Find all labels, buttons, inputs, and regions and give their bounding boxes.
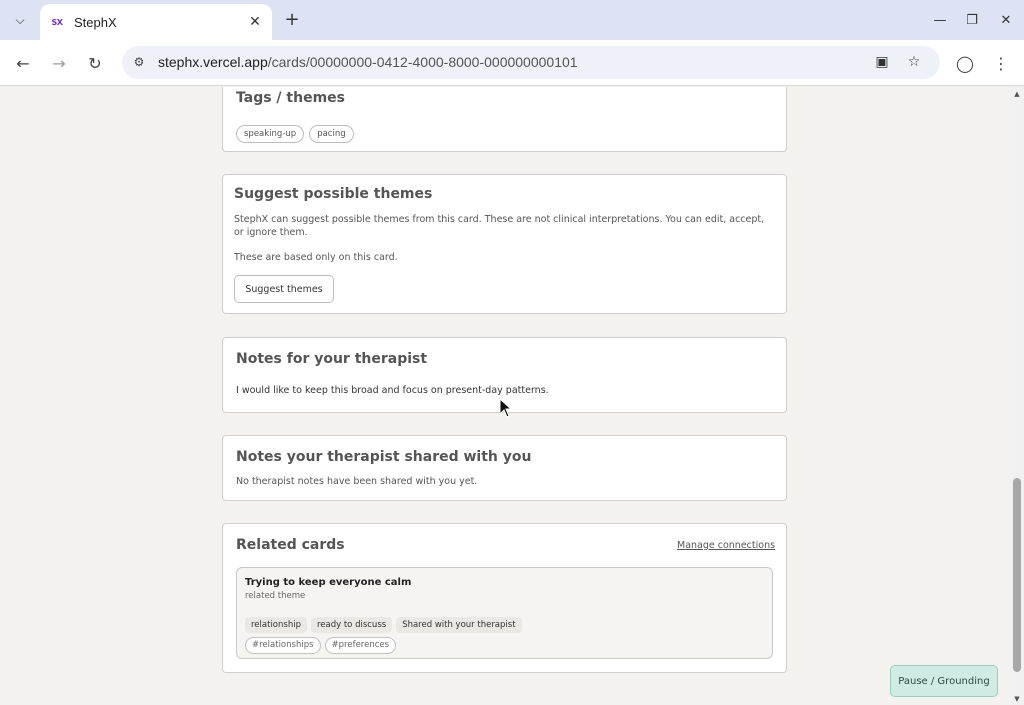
status-chip: ready to discuss	[310, 617, 393, 633]
tab-bar: ⌵ SX StephX ✕ + — ❐ ✕	[0, 0, 1024, 40]
forward-arrow-icon[interactable]: →	[47, 51, 71, 75]
status-chip: relationship	[245, 617, 307, 633]
tab-title: StephX	[74, 14, 117, 30]
status-chip: Shared with your therapist	[396, 617, 522, 633]
browser-toolbar: ← → ↻ ⚙ stephx.vercel.app/cards/00000000…	[0, 40, 1024, 86]
new-tab-plus-icon[interactable]: +	[282, 9, 302, 30]
minimize-icon[interactable]: —	[928, 8, 952, 32]
scroll-down-arrow-icon[interactable]: ▼	[1013, 695, 1021, 703]
scroll-thumb[interactable]	[1013, 478, 1021, 672]
therapist-shared-notes-title: Notes your therapist shared with you	[236, 449, 532, 465]
hashtag-chip: #relationships	[245, 637, 321, 654]
notes-for-therapist-text: I would like to keep this broad and focu…	[236, 385, 549, 396]
stephx-favicon-icon: SX	[51, 17, 63, 27]
related-card-tags: #relationships #preferences	[245, 632, 400, 654]
scroll-up-arrow-icon[interactable]: ▲	[1013, 90, 1021, 98]
tag-pill: pacing	[309, 125, 354, 143]
related-card-chips: relationship ready to discuss Shared with …	[245, 612, 526, 633]
hashtag-chip: #preferences	[324, 637, 397, 654]
therapist-shared-notes-card: Notes your therapist shared with you No …	[222, 435, 787, 501]
mouse-cursor-icon	[499, 398, 513, 418]
related-card-item[interactable]: Trying to keep everyone calm related the…	[236, 567, 773, 659]
url-text[interactable]: stephx.vercel.app/cards/00000000-0412-40…	[158, 54, 578, 70]
related-card-subtitle: related theme	[245, 591, 306, 601]
tab-stephx[interactable]: SX StephX ✕	[40, 4, 272, 40]
related-cards-card: Related cards Manage connections Trying …	[222, 523, 787, 673]
related-card-title: Trying to keep everyone calm	[245, 577, 412, 588]
url-host: stephx.vercel.app	[158, 54, 268, 70]
notes-for-therapist-title: Notes for your therapist	[236, 351, 428, 367]
pause-grounding-button[interactable]: Pause / Grounding	[890, 665, 998, 697]
bookmark-star-icon[interactable]: ☆	[904, 52, 924, 72]
manage-connections-link[interactable]: Manage connections	[677, 540, 775, 551]
suggest-themes-button[interactable]: Suggest themes	[234, 275, 334, 303]
suggest-themes-card: Suggest possible themes StephX can sugge…	[222, 174, 787, 314]
page-content: Tags / themes speaking-up pacing Suggest …	[0, 87, 1010, 705]
url-path: /cards/00000000-0412-4000-8000-000000000…	[267, 54, 578, 70]
profile-icon[interactable]: ◯	[953, 51, 977, 75]
therapist-shared-notes-text: No therapist notes have been shared with…	[236, 476, 478, 487]
tab-search-chevron-icon[interactable]: ⌵	[8, 8, 32, 32]
suggest-themes-title: Suggest possible themes	[234, 186, 433, 202]
close-window-icon[interactable]: ✕	[994, 8, 1018, 32]
back-arrow-icon[interactable]: ←	[11, 51, 35, 75]
tags-card-title: Tags / themes	[236, 90, 345, 106]
address-bar[interactable]: ⚙ stephx.vercel.app/cards/00000000-0412-…	[122, 46, 940, 79]
page-scrollbar[interactable]: ▲ ▼	[1010, 87, 1024, 705]
tags-list: speaking-up pacing	[236, 121, 359, 143]
tags-card: Tags / themes speaking-up pacing	[222, 87, 787, 152]
related-cards-title: Related cards	[236, 537, 345, 553]
install-app-icon[interactable]: ▣	[872, 52, 892, 72]
tag-pill: speaking-up	[236, 125, 305, 143]
suggest-themes-description: StephX can suggest possible themes from …	[234, 214, 765, 238]
suggest-themes-note: These are based only on this card.	[234, 252, 398, 263]
close-tab-icon[interactable]: ✕	[246, 13, 264, 31]
menu-kebab-icon[interactable]: ⋮	[989, 51, 1013, 75]
site-info-icon[interactable]: ⚙	[130, 53, 148, 71]
reload-icon[interactable]: ↻	[83, 51, 107, 75]
restore-window-icon[interactable]: ❐	[960, 8, 984, 32]
